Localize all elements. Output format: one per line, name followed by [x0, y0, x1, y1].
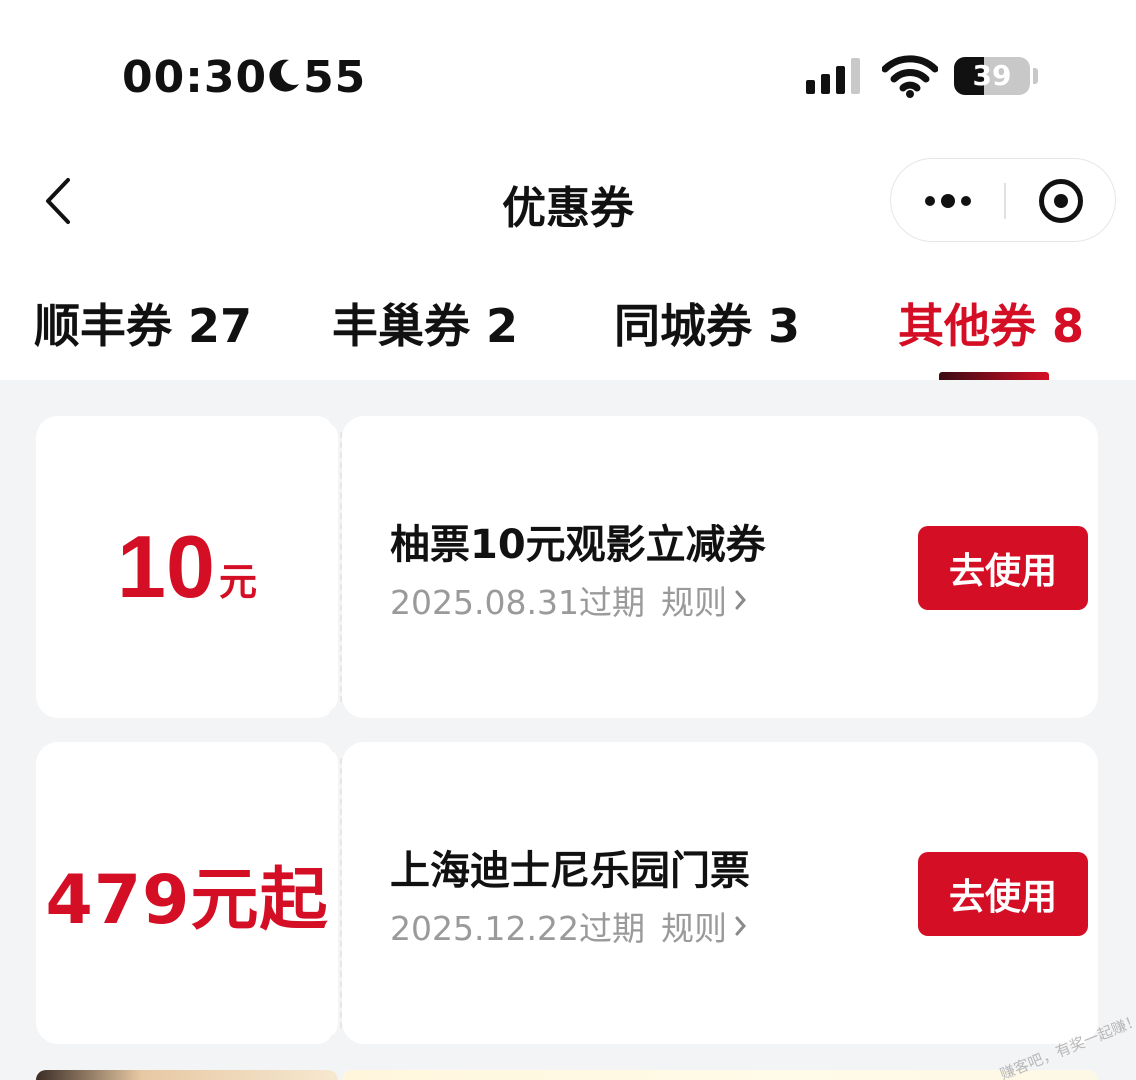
coupon-rules-link[interactable]: 规则 [661, 902, 747, 950]
coupon-detail: 柚票10元观影立减券 2025.08.31过期 规则 去使用 [342, 416, 1098, 718]
coupon-title: 上海迪士尼乐园门票 [390, 848, 750, 894]
coupon-card-partial [36, 1070, 338, 1080]
coupon-card-partial [342, 1070, 1098, 1080]
chevron-right-icon [735, 590, 746, 610]
battery-percent: 39 [972, 59, 1012, 92]
active-tab-indicator [939, 372, 1049, 380]
use-coupon-button[interactable]: 去使用 [918, 526, 1088, 610]
battery-tip [1033, 68, 1038, 84]
tab-city-coupons[interactable]: 同城券 3 [614, 290, 800, 356]
tab-sf-coupons[interactable]: 顺丰券 27 [34, 290, 252, 356]
mini-program-capsule [890, 158, 1116, 242]
coupon-amount: 479元起 [36, 742, 338, 1044]
tab-other-coupons[interactable]: 其他券 8 [898, 290, 1084, 356]
coupon-rules-label: 规则 [660, 583, 727, 622]
crescent-moon-icon [269, 52, 301, 103]
coupon-meta: 2025.12.22过期 规则 [390, 902, 747, 950]
tab-hive-coupons[interactable]: 丰巢券 2 [332, 290, 518, 356]
coupon-detail: 上海迪士尼乐园门票 2025.12.22过期 规则 去使用 [342, 742, 1098, 1044]
battery-icon: 39 [954, 57, 1030, 95]
coupon-meta: 2025.08.31过期 规则 [390, 576, 747, 624]
coupon-rules-link[interactable]: 规则 [661, 576, 747, 624]
cellular-signal-icon [806, 58, 860, 94]
coupon-amount: 10 元 [36, 416, 338, 718]
coupon-rules-label: 规则 [660, 909, 727, 948]
coupon-expiry: 2025.08.31过期 [390, 583, 645, 622]
status-time-hours: 00:30 [122, 52, 268, 103]
coupon-amount-value: 479元起 [45, 860, 329, 940]
coupon-title: 柚票10元观影立减券 [390, 522, 766, 568]
status-time: 00:30 55 [122, 52, 366, 103]
coupon-card: 479元起 上海迪士尼乐园门票 2025.12.22过期 规则 去使用 [36, 730, 1098, 1056]
target-circle-icon[interactable] [1004, 159, 1117, 243]
wifi-icon [882, 55, 938, 98]
status-time-seconds: 55 [303, 52, 367, 103]
coupon-amount-value: 10 [117, 517, 215, 616]
coupon-amount-unit: 元 [218, 559, 257, 604]
use-coupon-button[interactable]: 去使用 [918, 852, 1088, 936]
more-dots-icon[interactable] [891, 159, 1004, 243]
coupon-card: 10 元 柚票10元观影立减券 2025.08.31过期 规则 去使用 [36, 404, 1098, 730]
coupon-expiry: 2025.12.22过期 [390, 909, 645, 948]
chevron-right-icon [735, 916, 746, 936]
